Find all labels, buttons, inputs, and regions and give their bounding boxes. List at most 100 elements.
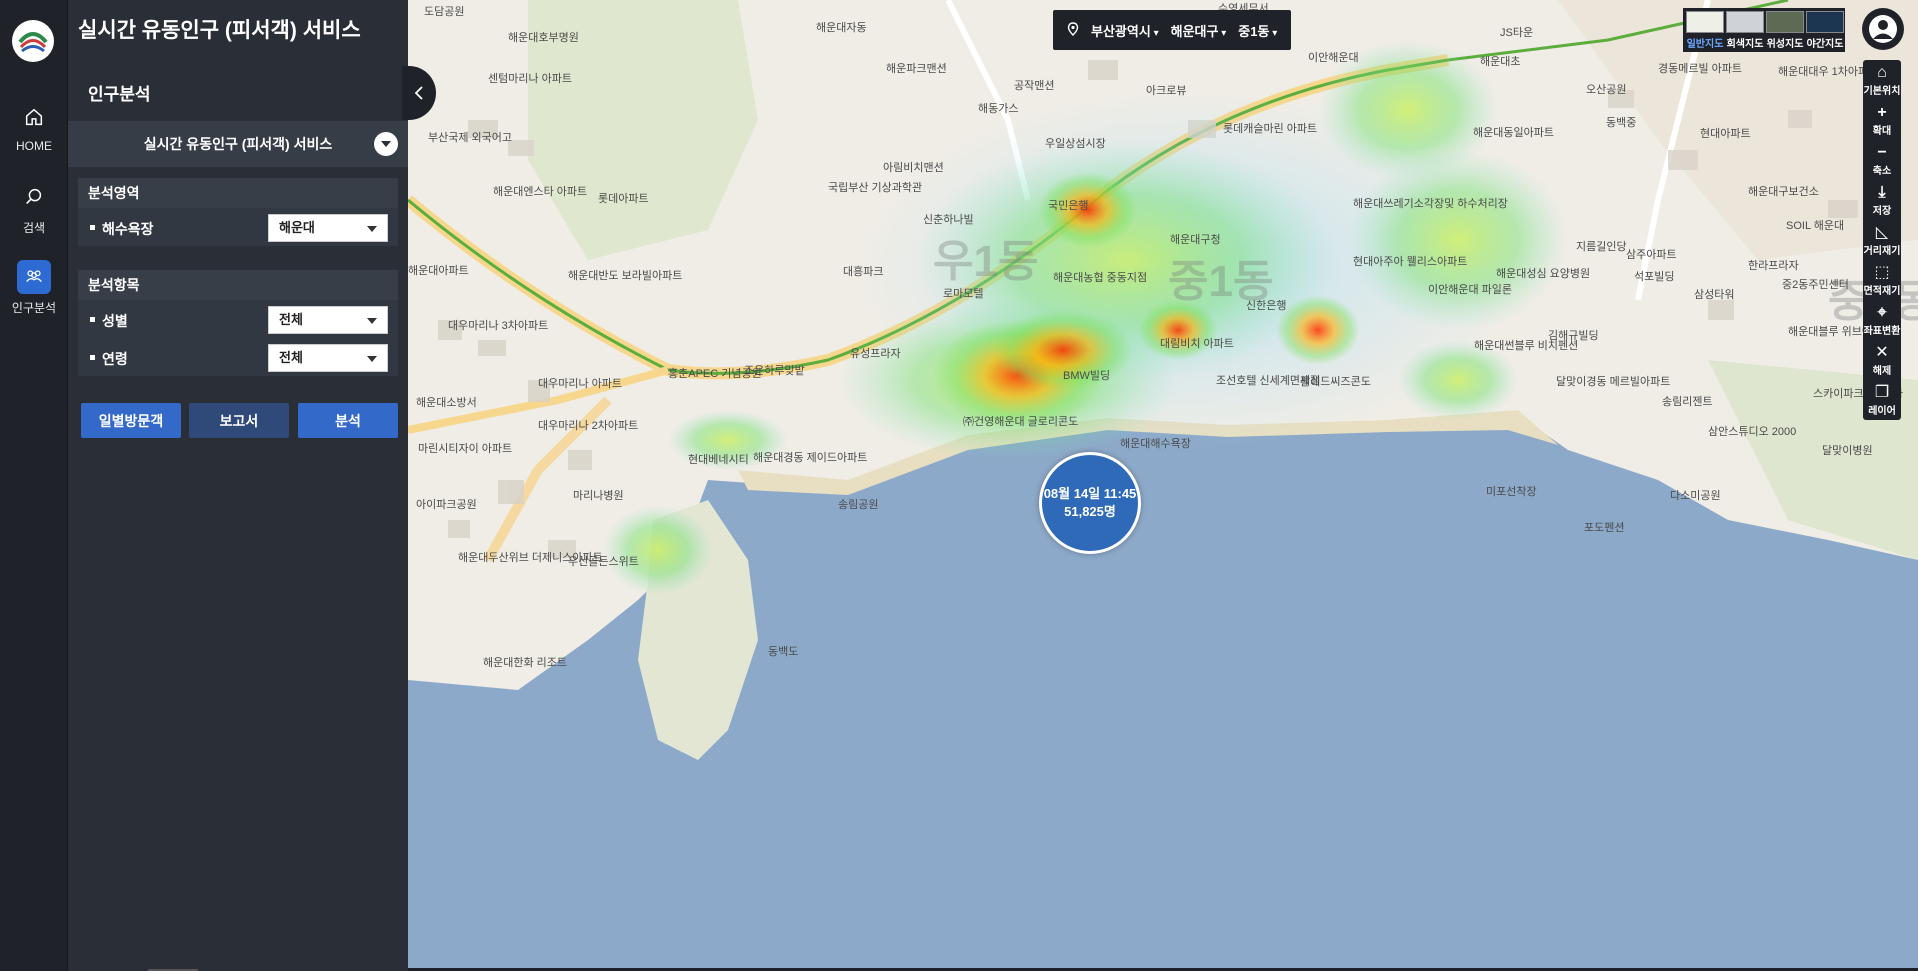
rail-item-home[interactable]: HOME [0, 100, 68, 153]
layers-icon: ❐ [1874, 384, 1890, 401]
measure-distance-button[interactable]: ◺ 거리재기 [1863, 220, 1901, 260]
gender-select-value: 전체 [279, 312, 303, 327]
map-place-label: 대림비치 아파트 [1160, 338, 1234, 350]
map-place-label: 도담공원 [424, 6, 465, 18]
service-selector[interactable]: 실시간 유동인구 (피서객) 서비스 [68, 121, 408, 167]
zoom-out-button[interactable]: − 축소 [1863, 140, 1901, 180]
map-place-label: 대흥파크 [843, 266, 884, 278]
map-type-gray[interactable]: 회색지도 [1726, 11, 1764, 50]
map-place-label: SOIL 해운대 [1786, 220, 1845, 232]
map-place-label: 지름길인당 [1576, 241, 1627, 253]
tool-label: 면적재기 [1863, 286, 1901, 297]
map-place-label: 유성프라자 [850, 348, 901, 360]
gender-select[interactable]: 전체 [268, 306, 388, 334]
tool-label: 확대 [1872, 126, 1892, 137]
map-place-label: 해운대농협 중동지점 [1053, 272, 1148, 284]
map-place-label: ㈜건영해운대 글로리콘도 [963, 416, 1079, 428]
map-type-normal[interactable]: 일반지도 [1686, 11, 1724, 50]
map-place-label: 스카이파크 빌라1차 [1813, 388, 1904, 400]
clear-button[interactable]: ✕ 해제 [1863, 340, 1901, 380]
map-place-label: 미포선착장 [1486, 486, 1537, 498]
beach-select-value: 해운대 [279, 220, 315, 235]
map-place-label: 해운대한화 리조트 [483, 657, 568, 669]
beach-select[interactable]: 해운대 [268, 214, 388, 242]
tool-label: 저장 [1872, 206, 1892, 217]
map-place-label: 조선호텔 신세계면세점 [1216, 375, 1321, 387]
daily-visitors-button[interactable]: 일별방문객 [81, 403, 181, 438]
map-place-label: 해운대엔스타 아파트 [493, 186, 588, 198]
map-place-label: 로마모텔 [943, 288, 984, 300]
map-place-label: 부산국제 외국어고 [428, 132, 513, 144]
map-place-label: 해운대블루 위브아파트 [1788, 326, 1893, 338]
city-dropdown[interactable]: 부산광역시 [1091, 21, 1159, 40]
district-dropdown[interactable]: 해운대구 [1171, 21, 1227, 40]
report-button[interactable]: 보고서 [189, 403, 289, 438]
measure-area-button[interactable]: ⬚ 면적재기 [1863, 260, 1901, 300]
map-place-label: 해운대성심 요양병원 [1496, 268, 1591, 280]
map-place-label: 경동메르빌 아파트 [1658, 63, 1743, 75]
caret-down-icon [367, 226, 377, 232]
map-place-label: 해운대아파트 [408, 265, 469, 277]
map-place-label: 이안해운대 [1308, 52, 1359, 64]
age-select[interactable]: 전체 [268, 344, 388, 372]
zoom-in-button[interactable]: + 확대 [1863, 100, 1901, 140]
rail-item-label: 인구분석 [11, 301, 57, 315]
map-place-label: 해운대두산위브 더제니스아파트 [458, 552, 603, 564]
dong-dropdown[interactable]: 중1동 [1238, 21, 1277, 40]
bubble-time: 08월 14일 11:45 [1043, 485, 1137, 501]
map-place-label: 대우마리나 아파트 [538, 378, 623, 390]
chevron-down-icon[interactable] [374, 132, 398, 156]
tool-label: 해제 [1872, 366, 1892, 377]
map-place-label: 해운대구청 [1170, 234, 1221, 246]
map-place-label: 해운대소방서 [416, 397, 477, 409]
map-place-label: 마리나병원 [573, 490, 624, 502]
caret-down-icon [367, 318, 377, 324]
map-toolbar: ⌂ 기본위치 + 확대 − 축소 ⤓ 저장 ◺ 거리재기 ⬚ 면적재기 ⌖ 좌표변환 ✕ 해제 … [1863, 60, 1901, 420]
save-button[interactable]: ⤓ 저장 [1863, 180, 1901, 220]
map-place-label: 조은하루맞밭 [744, 365, 805, 377]
section-title: 인구분석 [88, 85, 151, 104]
location-bar: 부산광역시 해운대구 중1동 [1053, 10, 1291, 50]
map-type-label: 위성지도 [1766, 39, 1804, 50]
coordinate-convert-button[interactable]: ⌖ 좌표변환 [1863, 300, 1901, 340]
map-place-label: 해운대경동 제이드아파트 [753, 452, 868, 464]
map-place-label: 달맞이경동 메르빌아파트 [1556, 376, 1671, 388]
rail-item-search[interactable]: 검색 [0, 180, 68, 236]
app-title: 실시간 유동인구 (피서객) 서비스 [78, 19, 361, 42]
map-type-switcher: 일반지도 회색지도 위성지도 야간지도 [1683, 8, 1845, 52]
map-type-night[interactable]: 야간지도 [1806, 11, 1844, 50]
map-place-label: 삼주아파트 [1626, 249, 1677, 261]
analysis-items-group: 분석항목 성별 전체 연령 전체 [78, 270, 398, 376]
map-place-label: 해운대반도 보라빌아파트 [568, 270, 683, 282]
map-place-label: 현대아파트 [1700, 128, 1751, 140]
map-place-label: 포도펜션 [1584, 522, 1625, 534]
chevron-left-icon [414, 86, 423, 100]
map-place-label: 우신골든스위트 [568, 556, 639, 568]
user-avatar-button[interactable] [1862, 8, 1904, 50]
analyze-button[interactable]: 분석 [298, 403, 398, 438]
rail-item-population[interactable]: 인구분석 [0, 260, 68, 316]
map-place-label: 해운대자동 [816, 22, 867, 34]
home-icon [17, 100, 51, 134]
map-canvas[interactable]: 우1동 중1동 중2동 도담공원 해운대호부명원 센텀마리나 아파트 부산국제 … [408, 0, 1918, 968]
side-panel: 실시간 유동인구 (피서객) 서비스 인구분석 실시간 유동인구 (피서객) 서… [68, 0, 408, 971]
bubble-count: 51,825명 [1064, 504, 1116, 519]
group-title: 분석영역 [78, 178, 398, 208]
map-thumbnail [1686, 11, 1724, 33]
map-place-label: 아크로뷰 [1146, 85, 1187, 97]
map-thumbnail [1806, 11, 1844, 33]
map-place-label: 석포빌딩 [1634, 271, 1675, 283]
map-place-label: 해운대해수욕장 [1120, 438, 1191, 450]
coordinate-icon: ⌖ [1877, 304, 1887, 321]
group-title: 분석항목 [78, 270, 398, 300]
map-place-label: 김해규빌딩 [1548, 330, 1599, 342]
map-place-label: 현대아주아 웰리스아파트 [1353, 256, 1468, 268]
layer-button[interactable]: ❐ 레이어 [1863, 380, 1901, 420]
home-position-button[interactable]: ⌂ 기본위치 [1863, 60, 1901, 100]
population-count-bubble[interactable]: 08월 14일 11:45 51,825명 [1039, 452, 1141, 554]
map-type-satellite[interactable]: 위성지도 [1766, 11, 1804, 50]
plus-icon: + [1877, 104, 1887, 121]
people-icon [17, 260, 51, 294]
home-icon: ⌂ [1877, 64, 1887, 81]
map-place-label: 대우마리나 3차아파트 [448, 320, 549, 332]
